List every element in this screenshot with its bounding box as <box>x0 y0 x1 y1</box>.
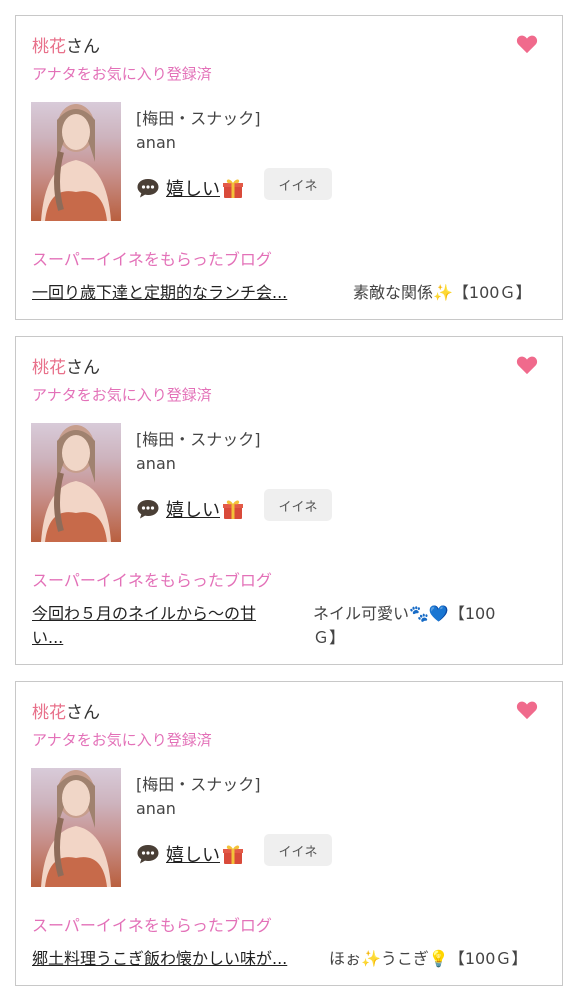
iine-button[interactable]: イイネ <box>264 489 332 521</box>
shop-info: [梅田・スナック] <box>136 430 261 449</box>
shop-info: [梅田・スナック] <box>136 775 261 794</box>
avatar[interactable] <box>31 768 121 887</box>
blog-meta: ほぉ✨うこぎ💡【100Ｇ】 <box>329 949 528 968</box>
blog-link[interactable]: 一回り歳下達と定期的なランチ会... <box>32 281 287 305</box>
blog-section-title: スーパーイイネをもらったブログ <box>32 250 272 269</box>
iine-button[interactable]: イイネ <box>264 168 332 200</box>
reaction-message: 嬉しい <box>136 174 244 202</box>
blog-link[interactable]: 郷土料理うこぎ飯わ懐かしい味が... <box>32 947 287 971</box>
avatar[interactable] <box>31 102 121 221</box>
user-name[interactable]: 桃花さん <box>32 32 100 57</box>
speech-bubble-icon <box>137 500 159 519</box>
gift-icon <box>223 500 243 519</box>
user-name[interactable]: 桃花さん <box>32 353 100 378</box>
reaction-text[interactable]: 嬉しい <box>166 496 220 522</box>
blog-meta: ネイル可愛い🐾💙【100 Ｇ】 <box>313 604 496 647</box>
avatar[interactable] <box>31 423 121 542</box>
blog-section-title: スーパーイイネをもらったブログ <box>32 571 272 590</box>
cast-name: anan <box>136 133 176 152</box>
blog-link[interactable]: 今回わ５月のネイルから〜の甘 い... <box>32 602 256 650</box>
speech-bubble-icon <box>137 179 159 198</box>
gift-icon <box>223 179 243 198</box>
notification-card: 桃花さん アナタをお気に入り登録済 [梅田・スナック] anan 嬉しい イイネ… <box>15 681 563 986</box>
notification-card: 桃花さん アナタをお気に入り登録済 [梅田・スナック] anan 嬉しい イイネ… <box>15 15 563 320</box>
favorite-status: アナタをお気に入り登録済 <box>32 731 212 749</box>
user-name[interactable]: 桃花さん <box>32 698 100 723</box>
iine-button[interactable]: イイネ <box>264 834 332 866</box>
notification-card: 桃花さん アナタをお気に入り登録済 [梅田・スナック] anan 嬉しい イイネ… <box>15 336 563 665</box>
shop-info: [梅田・スナック] <box>136 109 261 128</box>
favorite-status: アナタをお気に入り登録済 <box>32 386 212 404</box>
reaction-text[interactable]: 嬉しい <box>166 841 220 867</box>
cast-name: anan <box>136 799 176 818</box>
blog-section-title: スーパーイイネをもらったブログ <box>32 916 272 935</box>
reaction-message: 嬉しい <box>136 840 244 868</box>
heart-icon[interactable] <box>516 700 538 720</box>
gift-icon <box>223 845 243 864</box>
reaction-text[interactable]: 嬉しい <box>166 175 220 201</box>
heart-icon[interactable] <box>516 34 538 54</box>
blog-meta: 素敵な関係✨【100Ｇ】 <box>353 283 532 302</box>
cast-name: anan <box>136 454 176 473</box>
reaction-message: 嬉しい <box>136 495 244 523</box>
speech-bubble-icon <box>137 845 159 864</box>
favorite-status: アナタをお気に入り登録済 <box>32 65 212 83</box>
heart-icon[interactable] <box>516 355 538 375</box>
